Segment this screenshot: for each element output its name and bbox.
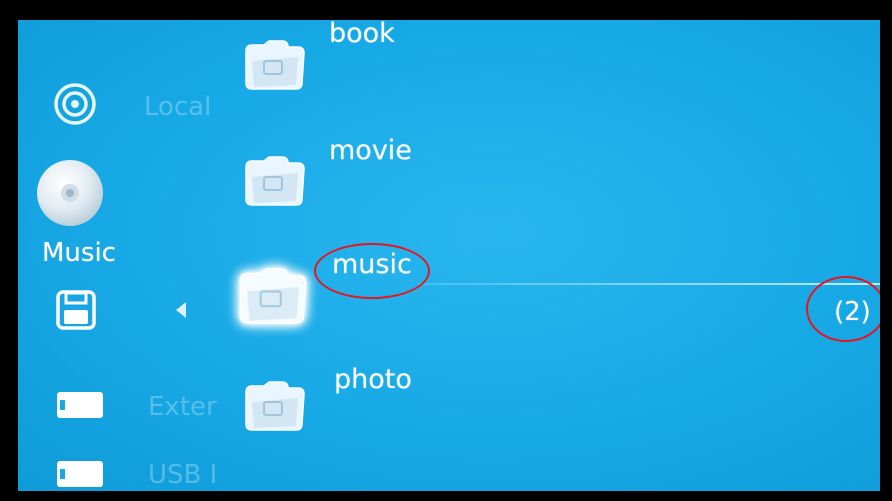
folder-icon[interactable]	[242, 378, 308, 434]
selection-underline	[418, 283, 880, 285]
folder-icon[interactable]	[242, 153, 308, 209]
card-icon[interactable]	[56, 391, 104, 419]
local-label: Local	[144, 92, 212, 122]
folder-label-book[interactable]: book	[329, 20, 395, 49]
music-sidebar-label[interactable]: Music	[42, 238, 116, 268]
external-label: Exter	[148, 392, 217, 422]
folder-icon[interactable]	[242, 37, 308, 93]
left-arrow-icon[interactable]	[175, 301, 187, 323]
cd-icon[interactable]	[34, 157, 106, 229]
disc-ring-icon[interactable]	[53, 82, 97, 126]
folder-label-photo[interactable]: photo	[334, 364, 412, 395]
music-highlight-ring	[314, 243, 430, 299]
floppy-icon[interactable]	[56, 290, 96, 330]
usb-label: USB I	[148, 460, 218, 490]
folder-label-movie[interactable]: movie	[329, 135, 412, 166]
folder-icon[interactable]	[236, 264, 310, 328]
count-highlight-ring	[806, 276, 880, 342]
usb-icon[interactable]	[56, 460, 104, 488]
media-browser-screen: Local Music Exter USB I book movie music…	[18, 20, 880, 491]
